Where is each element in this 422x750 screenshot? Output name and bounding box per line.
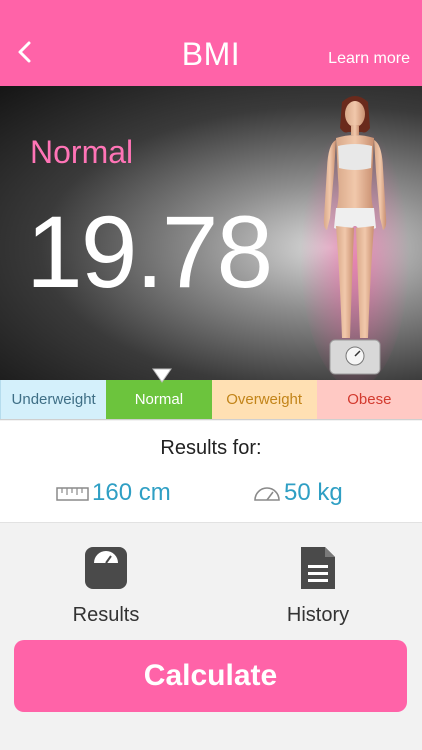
- range-normal[interactable]: Normal: [106, 380, 212, 419]
- range-pointer-icon: [152, 368, 172, 383]
- bathroom-scale-icon: [85, 547, 127, 589]
- top-bar: BMI Learn more: [0, 0, 422, 86]
- results-for-label: Results for:: [160, 437, 262, 459]
- height-value: 160 cm: [92, 479, 171, 506]
- scale-gauge-icon: [254, 487, 280, 501]
- weight-value-field[interactable]: 50 kg: [252, 479, 343, 507]
- learn-more-link[interactable]: Learn more: [328, 50, 410, 68]
- height-value-field[interactable]: 160 cm: [56, 479, 171, 507]
- range-overweight[interactable]: Overweight: [211, 380, 317, 419]
- weight-value: 50 kg: [284, 479, 343, 506]
- bmi-value: 19.78: [26, 195, 273, 309]
- history-nav-label: History: [286, 604, 350, 626]
- results-nav-label: Results: [72, 604, 140, 626]
- results-nav-button[interactable]: Results: [46, 545, 166, 627]
- range-underweight[interactable]: Underweight: [0, 380, 107, 419]
- calculate-button[interactable]: Calculate: [14, 640, 407, 712]
- result-hero: Normal 19.78: [0, 86, 422, 380]
- results-panel: Results for: 160 cm 50 kg: [0, 421, 422, 523]
- bmi-range-scale: Underweight Normal Overweight Obese: [0, 380, 422, 420]
- range-obese[interactable]: Obese: [316, 380, 422, 419]
- ruler-icon: [56, 487, 89, 501]
- history-nav-button[interactable]: History: [258, 545, 378, 627]
- body-figure-illustration: [300, 96, 410, 380]
- document-icon: [301, 547, 335, 589]
- bmi-status-label: Normal: [30, 134, 134, 170]
